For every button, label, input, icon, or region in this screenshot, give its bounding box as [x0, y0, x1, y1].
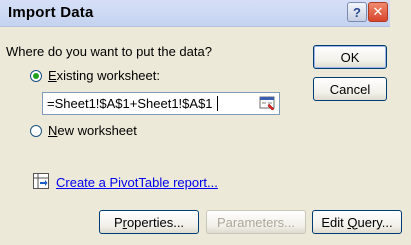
close-icon[interactable]: ✕ — [368, 2, 388, 22]
ok-button[interactable]: OK — [313, 45, 387, 69]
ok-button-label: OK — [340, 49, 360, 65]
import-data-dialog: Import Data ? ✕ Where do you want to put… — [0, 0, 402, 245]
parameters-button[interactable]: Parameters... — [206, 210, 306, 234]
collapse-dialog-icon[interactable] — [259, 95, 276, 111]
new-worksheet-radio[interactable] — [30, 125, 42, 137]
new-worksheet-label[interactable]: New worksheet — [48, 123, 137, 138]
help-icon[interactable]: ? — [347, 2, 367, 22]
cancel-button-label: Cancel — [329, 81, 371, 97]
cell-reference-value: =Sheet1!$A$1+Sheet1!$A$1 — [47, 96, 213, 111]
cancel-button[interactable]: Cancel — [313, 77, 387, 101]
destination-prompt: Where do you want to put the data? — [6, 44, 212, 59]
create-pivottable-link[interactable]: Create a PivotTable report... — [56, 175, 218, 190]
properties-button[interactable]: Properties... — [99, 210, 199, 234]
edit-query-button[interactable]: Edit Query... — [312, 210, 402, 234]
dialog-title: Import Data — [8, 4, 94, 21]
text-caret — [217, 96, 218, 111]
title-bar: Import Data ? ✕ — [0, 0, 390, 27]
pivottable-icon — [33, 173, 49, 189]
parameters-button-label: Parameters... — [216, 214, 296, 230]
edit-query-button-label: Edit Query... — [321, 214, 393, 230]
existing-worksheet-label[interactable]: Existing worksheet: — [48, 68, 160, 83]
existing-worksheet-radio[interactable] — [30, 70, 42, 82]
properties-button-label: Properties... — [113, 214, 185, 230]
cell-reference-input[interactable]: =Sheet1!$A$1+Sheet1!$A$1 — [42, 92, 280, 115]
